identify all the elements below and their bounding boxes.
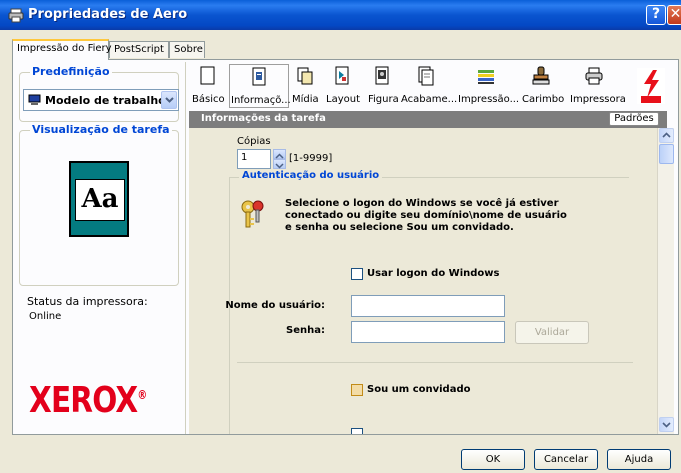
color-stack-icon [478,70,494,84]
media-icon [297,67,313,85]
info-page-icon [252,67,266,86]
scroll-down-icon[interactable] [659,417,674,432]
printer-status-value: Online [29,311,62,322]
toolbar-printing[interactable]: Impressão... [455,64,520,108]
validate-button[interactable]: Validar [515,321,589,344]
username-label: Nome do usuário: [225,300,325,311]
toolbar-stamp[interactable]: Carimbo [519,64,565,108]
ok-button[interactable]: OK [461,449,525,470]
close-button[interactable]: ✕ [667,5,681,25]
toolbar-printer-label: Impressora [570,94,626,105]
toolbar-layout-label: Layout [326,94,360,105]
sidebar-divider [185,62,186,434]
preview-title: Visualização de tarefa [30,123,172,136]
copies-spinner[interactable] [273,149,286,169]
toolbar-info[interactable]: Informaçõ... [229,64,291,108]
clipped-checkbox[interactable] [351,428,363,434]
toolbar-basic-label: Básico [192,94,225,105]
blank-page-icon [200,66,215,85]
content-scrollbar[interactable] [657,128,674,434]
tab-panel: Predefinição Modelo de trabalho Visualiz… [12,59,679,435]
preset-dropdown[interactable]: Modelo de trabalho [23,89,179,111]
preview-sample-text: Aa [75,179,125,221]
toolbar-image[interactable]: Figura [365,64,399,108]
toolbar-finishing-label: Acabame... [401,94,458,105]
auth-description: Selecione o logon do Windows se você já … [285,198,567,233]
cancel-button[interactable]: Cancelar [534,449,598,470]
toolbar-finishing[interactable]: Acabame... [399,64,458,108]
toolbar-media-label: Mídia [292,94,319,105]
help-title-button[interactable]: ? [646,5,666,25]
scroll-up-icon[interactable] [659,128,674,143]
layout-icon [335,66,349,85]
toolbar-printer[interactable]: Impressora [567,64,626,108]
scroll-thumb[interactable] [659,144,674,164]
password-field[interactable] [351,321,505,343]
tab-about[interactable]: Sobre [169,41,205,58]
finishing-icon [418,66,434,86]
printer-icon [585,67,603,85]
toolbar-basic[interactable]: Básico [189,64,227,108]
stamp-icon [532,66,550,85]
spin-up-icon[interactable] [273,149,286,159]
toolbar-media[interactable]: Mídia [289,64,321,108]
defaults-button[interactable]: Padrões [609,112,659,126]
windows-logon-label: Usar logon do Windows [367,268,500,279]
section-title: Informações da tarefa [201,113,326,124]
xerox-logo: XEROX® [29,380,147,421]
job-info-content: Cópias 1 [1-9999] Autenticação do usuári… [189,128,657,434]
fiery-logo-icon [637,68,665,104]
copies-range: [1-9999] [289,153,333,164]
computer-icon [28,94,41,105]
toolbar-stamp-label: Carimbo [522,94,565,105]
auth-title: Autenticação do usuário [239,170,383,181]
window-title: Propriedades de Aero [28,7,188,22]
help-button[interactable]: Ajuda [607,449,671,470]
toolbar-info-label: Informaçõ... [231,95,291,106]
username-field[interactable] [351,295,505,317]
copies-label: Cópias [237,136,271,147]
keys-icon [241,200,264,228]
preset-value: Modelo de trabalho [45,94,166,107]
title-bar[interactable]: Propriedades de Aero ? ✕ [0,0,681,30]
copies-input[interactable]: 1 [237,149,271,169]
password-label: Senha: [286,325,325,336]
image-icon [375,66,389,85]
printer-status-label: Status da impressora: [27,295,148,308]
tab-fiery-printing[interactable]: Impressão do Fiery [12,39,112,60]
section-divider [237,362,633,363]
properties-window: Propriedades de Aero ? ✕ Impressão do Fi… [0,0,681,473]
xerox-brand-text: XEROX [29,380,138,421]
printer-app-icon [8,8,24,23]
guest-checkbox[interactable] [351,384,363,396]
spin-down-icon[interactable] [273,159,286,169]
toolbar-printing-label: Impressão... [458,94,520,105]
windows-logon-checkbox[interactable] [351,268,363,280]
preset-group: Predefinição Modelo de trabalho [19,65,179,122]
toolbar-layout[interactable]: Layout [323,64,361,108]
tab-postscript[interactable]: PostScript [109,41,169,58]
chevron-down-icon[interactable] [161,91,177,109]
registered-mark: ® [137,388,147,402]
section-header: Informações da tarefa [189,111,667,128]
guest-label: Sou um convidado [367,384,471,395]
job-preview-thumbnail: Aa [69,161,129,237]
preset-title: Predefinição [30,65,112,78]
toolbar-image-label: Figura [368,94,399,105]
